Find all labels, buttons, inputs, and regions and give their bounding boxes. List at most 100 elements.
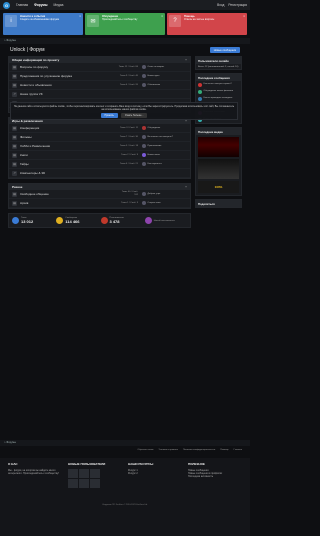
nav-media[interactable]: Медиа bbox=[54, 3, 64, 7]
last-post[interactable]: Доброе утро bbox=[148, 193, 161, 195]
latest-post-title[interactable]: Кто из вас смотрит сериал? bbox=[204, 83, 232, 86]
forum-row[interactable]: ▤ Фильмы Темы 7 / Сооб. 30 Вы знаете что см… bbox=[9, 133, 190, 142]
avatar[interactable] bbox=[79, 479, 89, 488]
last-post[interactable]: Старая тема bbox=[148, 202, 161, 204]
collapse-icon[interactable]: − bbox=[185, 58, 187, 62]
forum-row[interactable]: ▤ Вопросы по форуму Темы 12 / Сооб. 84 Отве… bbox=[9, 63, 190, 72]
login-link[interactable]: Вход bbox=[217, 3, 224, 7]
last-post[interactable]: Обсуждение bbox=[148, 127, 161, 129]
forum-title[interactable]: Новости и объявления bbox=[20, 83, 118, 87]
forum-title[interactable]: Наша группа VK bbox=[20, 92, 187, 96]
forum-row[interactable]: ▤ Архив Темы 1 / Сооб. 3 Старая тема bbox=[9, 199, 190, 208]
avatar[interactable] bbox=[90, 479, 100, 488]
media-thumbnail[interactable] bbox=[198, 159, 239, 179]
avatar[interactable] bbox=[142, 135, 146, 139]
register-link[interactable]: Регистрация bbox=[228, 3, 247, 7]
avatar[interactable] bbox=[79, 469, 89, 478]
forum-row[interactable]: ▤ Хобби и Развлечения Темы 5 / Сооб. 18 При… bbox=[9, 142, 190, 151]
last-post[interactable]: Вы знаете что смотреть? bbox=[148, 136, 173, 138]
forum-title[interactable]: Книги bbox=[20, 153, 118, 157]
avatar[interactable] bbox=[142, 74, 146, 78]
avatar[interactable] bbox=[142, 162, 146, 166]
forum-title[interactable]: Гайды bbox=[20, 162, 118, 166]
forum-title[interactable]: Фильмы bbox=[20, 135, 118, 139]
category-title[interactable]: Разное bbox=[12, 185, 22, 189]
accept-cookies-button[interactable]: Принять bbox=[100, 113, 118, 118]
close-icon[interactable]: × bbox=[161, 14, 163, 18]
banner-discussion[interactable]: ✉ Обсуждение Присоединяйтесь к сообществу… bbox=[85, 13, 165, 35]
avatar[interactable] bbox=[142, 144, 146, 148]
avatar[interactable] bbox=[68, 469, 78, 478]
forum-row[interactable]: ▤ Конференция Темы 3 / Сооб. 11 Обсуждение bbox=[9, 124, 190, 133]
avatar[interactable] bbox=[142, 83, 146, 87]
forum-title[interactable]: Хобби и Развлечения bbox=[20, 144, 118, 148]
latest-post-title[interactable]: Как вы проводите выходные bbox=[204, 97, 233, 100]
forum-icon: ▤ bbox=[12, 161, 17, 167]
footer-link[interactable]: Обратная связь bbox=[137, 449, 153, 455]
avatar[interactable] bbox=[198, 82, 202, 87]
forum-icon: ▤ bbox=[12, 200, 17, 206]
forum-icon: ▤ bbox=[12, 125, 17, 131]
banner-news[interactable]: i Новости и события Следите за обновления… bbox=[3, 13, 83, 35]
close-icon[interactable]: × bbox=[243, 14, 245, 18]
latest-post-item[interactable]: Кто из вас смотрит сериал? bbox=[196, 81, 241, 88]
new-posts-button[interactable]: Новые сообщения bbox=[209, 47, 240, 53]
last-post[interactable]: Как научиться bbox=[148, 163, 162, 165]
avatar-grid bbox=[68, 469, 122, 488]
footer-link[interactable]: Главная bbox=[234, 449, 242, 455]
site-logo[interactable]: G bbox=[3, 1, 10, 9]
forum-title[interactable]: Конференция bbox=[20, 126, 118, 130]
footer-link[interactable]: Помощь bbox=[220, 449, 228, 455]
avatar[interactable] bbox=[142, 201, 146, 205]
avatar[interactable] bbox=[142, 192, 146, 196]
media-thumbnail-badge[interactable]: 100% bbox=[198, 181, 239, 193]
media-thumbnail[interactable] bbox=[198, 137, 239, 157]
collapse-icon[interactable]: − bbox=[185, 185, 187, 189]
help-icon: ? bbox=[169, 15, 181, 27]
forum-title[interactable]: Предложения по улучшению форума bbox=[20, 74, 118, 78]
close-icon[interactable]: × bbox=[79, 14, 81, 18]
link-icon: ↗ bbox=[12, 170, 17, 176]
avatar[interactable] bbox=[198, 89, 202, 94]
avatar[interactable] bbox=[90, 469, 100, 478]
last-post[interactable]: Приглашение bbox=[148, 145, 162, 147]
block-title: Последние медиа bbox=[196, 128, 241, 135]
avatar[interactable] bbox=[142, 65, 146, 69]
avatar[interactable] bbox=[142, 153, 146, 157]
last-post[interactable]: Обновление bbox=[148, 84, 161, 86]
avatar[interactable] bbox=[68, 479, 78, 488]
footer-link[interactable]: Политика конфиденциальности bbox=[183, 449, 215, 455]
last-post[interactable]: Новая идея bbox=[148, 75, 160, 77]
learn-more-button[interactable]: Узнать больше... bbox=[120, 113, 148, 118]
forum-row[interactable]: ↗ Наша группа VK bbox=[9, 90, 190, 99]
latest-post-item[interactable]: Как вы проводите выходные bbox=[196, 95, 241, 102]
block-title: Пользователи онлайн bbox=[196, 57, 241, 64]
forum-row[interactable]: ▤ Новости и объявления Темы 4 / Сооб. 20 Об… bbox=[9, 81, 190, 90]
bottom-breadcrumb[interactable]: ⌂ Форумы bbox=[0, 440, 250, 446]
forum-title[interactable]: Вопросы по форуму bbox=[20, 65, 118, 69]
nav-home[interactable]: Главная bbox=[16, 3, 28, 7]
forum-title[interactable]: Архив bbox=[20, 201, 118, 205]
footer-link[interactable]: Ресурс 2 bbox=[128, 472, 182, 475]
forum-row[interactable]: ▤ Свободное общение Темы 40 / Сооб. 512 Доб… bbox=[9, 190, 190, 199]
forum-title[interactable]: Компьютеры & 3D bbox=[20, 171, 187, 175]
avatar[interactable] bbox=[142, 126, 146, 130]
latest-post-title[interactable]: Обсуждение новых фильмов bbox=[204, 90, 234, 93]
footer-link[interactable]: Последняя активность bbox=[188, 475, 242, 478]
footer-link[interactable]: Условия и правила bbox=[159, 449, 178, 455]
forum-row[interactable]: ▤ Предложения по улучшению форума Темы 9 /… bbox=[9, 72, 190, 81]
avatar[interactable] bbox=[198, 96, 202, 101]
forum-row[interactable]: ▤ Гайды Темы 6 / Сооб. 21 Как научиться bbox=[9, 160, 190, 169]
forum-row[interactable]: ↗ Компьютеры & 3D bbox=[9, 169, 190, 178]
banner-help[interactable]: ? Помощь Ответы на частые вопросы × bbox=[167, 13, 247, 35]
last-post[interactable]: Новая книга bbox=[148, 154, 160, 156]
breadcrumb-label[interactable]: Форумы bbox=[6, 441, 16, 444]
link-icon: ↗ bbox=[12, 91, 17, 97]
forum-title[interactable]: Свободное общение bbox=[20, 192, 118, 196]
category-title[interactable]: Общая информация по проекту bbox=[12, 58, 59, 62]
nav-forums[interactable]: Форумы bbox=[34, 3, 47, 7]
forum-row[interactable]: ▤ Книги Темы 2 / Сооб. 9 Новая книга bbox=[9, 151, 190, 160]
breadcrumb-label[interactable]: Форумы bbox=[6, 39, 16, 42]
latest-post-item[interactable]: Обсуждение новых фильмов bbox=[196, 88, 241, 95]
last-post[interactable]: Ответ на вопрос bbox=[148, 66, 165, 68]
